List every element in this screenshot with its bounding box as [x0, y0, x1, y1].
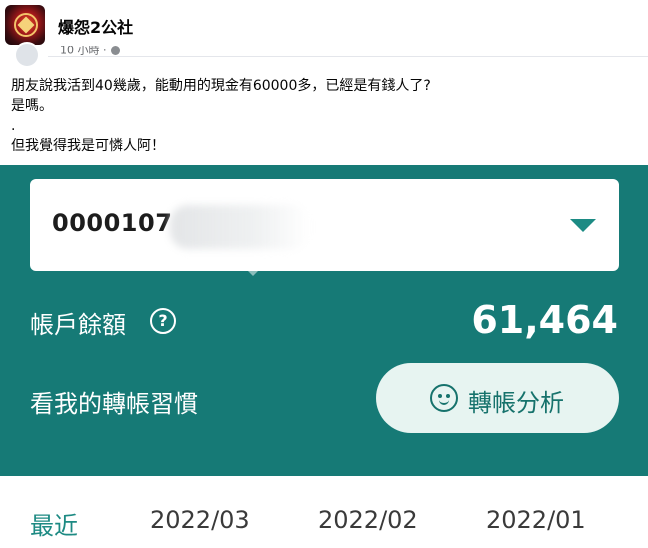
balance-amount: 61,464: [471, 298, 618, 342]
transfer-analysis-button[interactable]: 轉帳分析: [376, 363, 619, 433]
account-number: 0000107: [52, 209, 173, 237]
author-avatar[interactable]: [14, 42, 40, 68]
post-line: 朋友說我活到40幾歲，能動用的現金有60000多，已經是有錢人了?: [11, 78, 431, 94]
account-selector[interactable]: 0000107: [30, 179, 619, 271]
help-circle-icon[interactable]: ?: [150, 308, 176, 334]
post-meta: 10 小時 ·: [60, 46, 120, 56]
balance-label: 帳戶餘額: [30, 311, 126, 339]
tab-recent[interactable]: 最近: [30, 506, 78, 541]
post-line: .: [11, 118, 16, 134]
redacted-account-digits: [170, 205, 310, 249]
post-line: 是嗎。: [11, 98, 53, 114]
post-line: 但我覺得我是可憐人阿！: [11, 138, 165, 154]
post-body: 朋友說我活到40幾歲，能動用的現金有60000多，已經是有錢人了? 是嗎。 . …: [11, 76, 431, 156]
globe-icon: [110, 46, 120, 55]
group-avatar[interactable]: [5, 5, 45, 45]
chevron-down-icon[interactable]: [570, 219, 596, 232]
tab-2022-02[interactable]: 2022/02: [318, 506, 418, 534]
bank-account-panel: 0000107 帳戶餘額 ? 61,464 看我的轉帳習慣 轉帳分析: [0, 165, 648, 476]
smiley-icon: [430, 384, 458, 412]
header-divider: [48, 56, 648, 57]
tab-2022-01[interactable]: 2022/01: [486, 506, 586, 534]
tab-2022-03[interactable]: 2022/03: [150, 506, 250, 534]
transfer-analysis-label: 轉帳分析: [468, 389, 564, 417]
group-name[interactable]: 爆怨2公社: [58, 14, 133, 38]
card-pointer: [248, 271, 258, 276]
transfer-habit-label: 看我的轉帳習慣: [30, 390, 198, 418]
post-timestamp[interactable]: 10 小時 ·: [60, 46, 107, 56]
period-tabs: 最近 2022/03 2022/02 2022/01: [0, 476, 648, 548]
